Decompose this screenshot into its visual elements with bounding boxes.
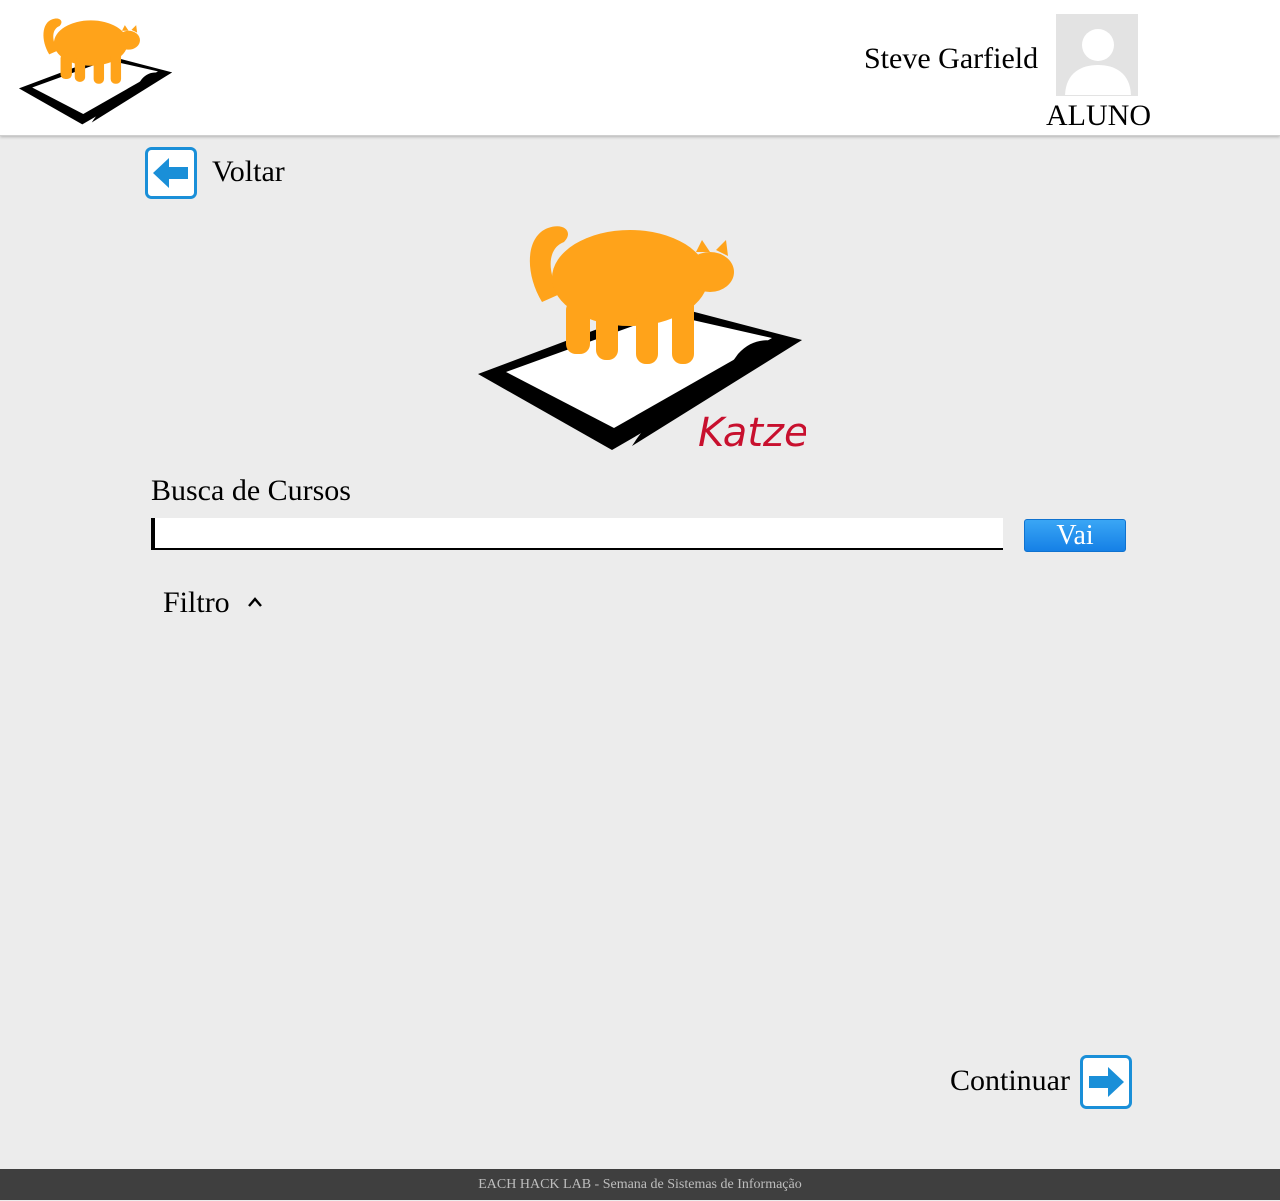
user-silhouette-icon (1057, 15, 1137, 95)
back-button[interactable] (145, 147, 197, 199)
search-input[interactable] (151, 518, 1003, 550)
filter-label: Filtro (163, 586, 230, 619)
app-header: Steve Garfield ALUNO (0, 0, 1280, 136)
katze-logo-icon[interactable] (18, 12, 174, 128)
katze-main-logo: Katze (478, 226, 806, 456)
continue-link[interactable]: Continuar (950, 1064, 1070, 1098)
brand-text: Katze (698, 410, 806, 456)
avatar[interactable] (1056, 14, 1138, 96)
footer-text: EACH HACK LAB - Semana de Sistemas de In… (478, 1177, 802, 1192)
search-label: Busca de Cursos (151, 474, 351, 507)
user-name: Steve Garfield (864, 42, 1039, 75)
footer: EACH HACK LAB - Semana de Sistemas de In… (0, 1169, 1280, 1200)
search-button[interactable]: Vai (1024, 519, 1126, 552)
chevron-up-icon (248, 597, 263, 607)
filter-toggle[interactable]: Filtro (163, 586, 263, 620)
back-link[interactable]: Voltar (212, 155, 285, 189)
user-role: ALUNO (1046, 99, 1151, 132)
continue-button[interactable] (1080, 1055, 1132, 1109)
